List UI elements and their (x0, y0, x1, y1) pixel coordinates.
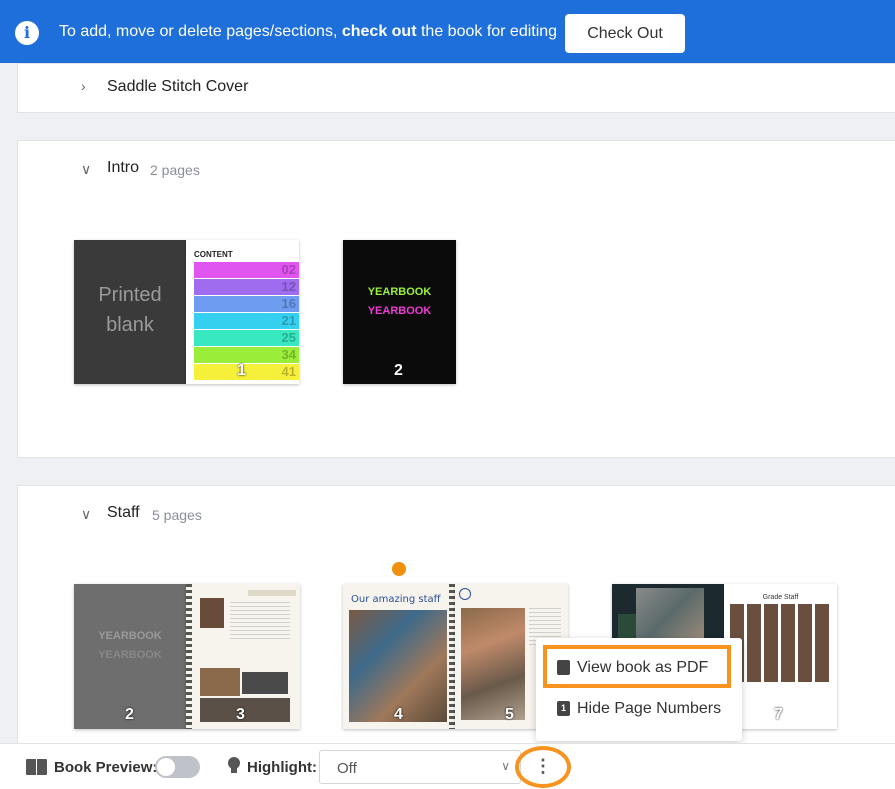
section-title[interactable]: Saddle Stitch Cover (107, 78, 248, 96)
annotation-highlight-box (543, 645, 731, 688)
page-thumbnail-staff-4[interactable]: Our amazing staff 4 (343, 584, 455, 729)
chevron-right-icon[interactable]: › (81, 78, 86, 94)
menu-item-label: Hide Page Numbers (577, 700, 722, 717)
toc-header: CONTENT (194, 250, 233, 259)
section-page-count: 2 pages (150, 162, 200, 178)
staff-photo (242, 672, 288, 694)
banner-message-end: the book for editing (420, 23, 558, 40)
bottom-toolbar: Book Preview: Highlight: Off ∨ (0, 743, 895, 789)
chevron-down-icon[interactable]: ∨ (81, 161, 91, 178)
yearbook-logo-green: YEARBOOK (367, 286, 432, 298)
staff-photo-collage (461, 608, 525, 720)
page-thumbnail-blank[interactable]: Printed blank (74, 240, 186, 384)
selection-indicator-dot (392, 562, 406, 576)
spiral-binding (186, 584, 192, 729)
checkout-banner: i To add, move or delete pages/sections,… (0, 0, 895, 63)
yearbook-logo-grey: YEARBOOK (98, 630, 162, 642)
our-staff-title: Our amazing staff (351, 594, 441, 605)
toc-row: 02 (194, 262, 299, 278)
page-number: 2 (125, 706, 134, 723)
page-thumbnail-staff-cover[interactable]: YEARBOOK YEARBOOK 2 (74, 584, 186, 729)
page-number: 3 (236, 706, 245, 723)
staff-portrait-grid (730, 604, 830, 682)
banner-message-bold: check out (341, 23, 417, 40)
chevron-down-icon: ∨ (501, 759, 510, 773)
highlight-select-value: Off (337, 760, 357, 777)
toc-row: 16 (194, 296, 299, 312)
page-number: 5 (505, 706, 514, 723)
yearbook-logo-pink: YEARBOOK (367, 305, 432, 317)
section-page-count: 5 pages (152, 507, 202, 523)
banner-message-start: To add, move or delete pages/sections, (59, 23, 338, 40)
page-number-icon: 1 (557, 701, 570, 716)
book-icon (26, 759, 47, 775)
section-staff: ∨ Staff 5 pages YEARBOOK YEARBOOK 2 3 Ou… (17, 485, 895, 747)
yearbook-logo-grey-2: YEARBOOK (98, 649, 162, 661)
staff-photo-group (636, 588, 704, 640)
menu-item-hide-page-numbers[interactable]: 1 Hide Page Numbers (536, 689, 742, 729)
banner-message: To add, move or delete pages/sections, c… (59, 23, 557, 41)
page-number: 4 (394, 706, 403, 723)
printed-blank-line1: Printed (98, 284, 162, 306)
printed-blank-line2: blank (106, 314, 154, 336)
toc-number: 02 (281, 262, 296, 277)
toc-number: 25 (281, 330, 296, 345)
page-thumbnail-toc[interactable]: CONTENT 02 12 16 21 25 34 41 1 (186, 240, 299, 384)
staff-photo (200, 698, 290, 722)
grade-staff-title: Grade Staff (762, 594, 799, 601)
toggle-knob (157, 758, 175, 776)
highlight-label: Highlight: (247, 759, 317, 776)
section-title[interactable]: Intro (107, 159, 139, 177)
staff-photo (200, 668, 240, 696)
check-out-button[interactable]: Check Out (565, 14, 685, 53)
page-number: 7 (774, 706, 783, 723)
more-options-button[interactable]: ⋮ (515, 746, 571, 788)
info-icon: i (15, 21, 39, 45)
toc-number: 12 (281, 279, 296, 294)
toc-number: 34 (281, 347, 296, 362)
toc-row: 25 (194, 330, 299, 346)
page-thumbnail-staff-3[interactable]: 3 (186, 584, 300, 729)
toc-row: 41 (194, 364, 299, 380)
section-title[interactable]: Staff (107, 504, 140, 522)
toc-row: 12 (194, 279, 299, 295)
book-preview-toggle[interactable] (155, 756, 200, 778)
staff-photo (200, 598, 224, 628)
toc-number: 41 (281, 364, 296, 379)
book-preview-label: Book Preview: (54, 759, 158, 776)
section-saddle-stitch-cover: › Saddle Stitch Cover (17, 63, 895, 113)
toc-row: 34 (194, 347, 299, 363)
toc-number: 16 (281, 296, 296, 311)
text-block (230, 602, 290, 642)
star-icon (459, 588, 471, 600)
page-thumbnail-yearbook-cover[interactable]: YEARBOOK YEARBOOK 2 (343, 240, 456, 384)
page-number: 1 (237, 362, 246, 379)
page-heading-bar (248, 590, 296, 596)
toc-number: 21 (281, 313, 296, 328)
lightbulb-icon (228, 757, 240, 774)
section-intro: ∨ Intro 2 pages Printed blank CONTENT 02… (17, 140, 895, 458)
page-number: 2 (394, 362, 403, 379)
chevron-down-icon[interactable]: ∨ (81, 506, 91, 523)
highlight-select[interactable]: Off ∨ (319, 750, 521, 784)
toc-row: 21 (194, 313, 299, 329)
